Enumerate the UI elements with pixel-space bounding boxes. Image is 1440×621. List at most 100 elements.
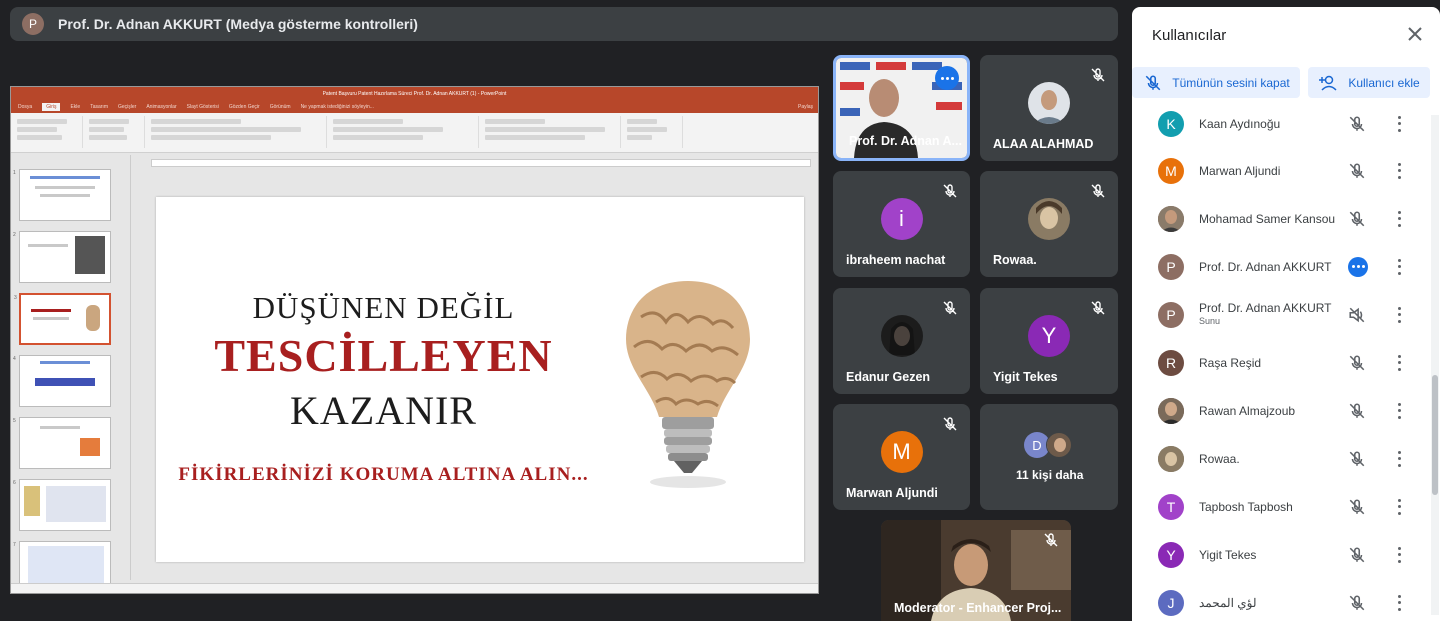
ppt-tab-view: Görünüm	[269, 104, 291, 110]
participant-avatar: P	[1158, 253, 1184, 280]
more-options-icon[interactable]	[1396, 450, 1402, 467]
participant-tile[interactable]: Prof. Dr. Adnan A...	[833, 55, 970, 161]
more-options-icon[interactable]	[1396, 306, 1402, 323]
list-item[interactable]: Rowaa.	[1132, 435, 1432, 482]
self-view-tile[interactable]: Moderator - Enhancer Proj...	[881, 520, 1071, 621]
list-item[interactable]: R Raşa Reşid	[1132, 339, 1432, 386]
more-options-icon[interactable]	[1396, 162, 1402, 179]
presenter-banner[interactable]: P Prof. Dr. Adnan AKKURT (Medya gösterme…	[10, 7, 1118, 41]
more-participants-tile[interactable]: D 11 kişi daha	[980, 404, 1118, 510]
ribbon-group-slides	[85, 116, 145, 148]
ppt-titlebar: Patent Başvuru Patent Hazırlama Süreci P…	[11, 87, 818, 101]
mic-off-icon	[1145, 74, 1161, 90]
ribbon-group-editing	[623, 116, 683, 148]
ppt-tab-animations: Animasyonlar	[146, 104, 177, 110]
participant-name: لؤي المحمد	[1199, 595, 1257, 610]
mic-off-icon[interactable]	[1348, 210, 1366, 228]
add-user-label: Kullanıcı ekle	[1348, 75, 1420, 90]
more-options-icon[interactable]	[1396, 594, 1402, 611]
more-options-icon[interactable]	[1396, 354, 1402, 371]
list-item[interactable]: Mohamad Samer Kansou	[1132, 195, 1432, 242]
list-item[interactable]: P Prof. Dr. Adnan AKKURT	[1132, 243, 1432, 290]
more-options-icon[interactable]	[1396, 258, 1402, 275]
participant-avatar: Y	[1028, 314, 1070, 357]
slide-thumbnail: 5	[13, 417, 111, 469]
participant-name: Edanur Gezen	[846, 370, 931, 384]
mic-off-icon[interactable]	[1348, 594, 1366, 612]
participant-subtitle: Sunu	[1199, 316, 1221, 326]
participant-tile[interactable]: ALAA ALAHMAD	[980, 55, 1118, 161]
add-user-button[interactable]: Kullanıcı ekle	[1308, 67, 1430, 98]
participant-name: Mohamad Samer Kansou	[1199, 211, 1336, 226]
participant-avatar: M	[1158, 157, 1184, 184]
participant-tile[interactable]: M Marwan Aljundi	[833, 404, 970, 510]
participant-name: Rowaa.	[993, 253, 1037, 267]
more-options-icon[interactable]	[1396, 546, 1402, 563]
shared-screen-powerpoint: Patent Başvuru Patent Hazırlama Süreci P…	[10, 86, 819, 594]
ppt-statusbar	[11, 583, 818, 593]
participant-avatar: M	[880, 430, 923, 473]
participant-tile[interactable]: i ibraheem nachat	[833, 171, 970, 277]
participant-avatar: K	[1158, 110, 1184, 137]
mic-off-icon	[943, 417, 957, 431]
mic-off-icon[interactable]	[1348, 450, 1366, 468]
ppt-tab-file: Dosya	[18, 104, 33, 110]
list-item[interactable]: T Tapbosh Tapbosh	[1132, 483, 1432, 530]
participant-avatar	[1046, 432, 1072, 458]
participant-tile[interactable]: Edanur Gezen	[833, 288, 970, 394]
ppt-tab-review: Gözden Geçir	[228, 104, 260, 110]
panel-scrollbar[interactable]	[1432, 375, 1438, 495]
close-icon[interactable]	[1406, 25, 1424, 43]
list-item[interactable]: K Kaan Aydınoğu	[1132, 103, 1432, 147]
ppt-tab-home: Giriş	[42, 103, 61, 111]
presenter-avatar: P	[22, 13, 44, 35]
mic-off-icon[interactable]	[1348, 546, 1366, 564]
ppt-tab-slideshow: Slayt Gösterisi	[186, 104, 219, 110]
mic-off-icon	[1091, 68, 1105, 82]
participant-name: Kaan Aydınoğu	[1199, 116, 1281, 131]
more-options-icon[interactable]	[1396, 498, 1402, 515]
participant-name: Prof. Dr. Adnan AKKURT	[1199, 301, 1332, 315]
more-options-icon[interactable]	[1396, 115, 1402, 132]
ribbon-group-drawing	[481, 116, 621, 148]
speaking-indicator-icon	[1348, 256, 1368, 277]
participant-tile[interactable]: Rowaa.	[980, 171, 1118, 277]
participant-avatar	[1158, 397, 1184, 424]
more-options-icon[interactable]	[1396, 210, 1402, 227]
more-participants-count: 11 kişi daha	[1016, 468, 1084, 482]
ppt-ruler	[151, 159, 811, 167]
current-slide: DÜŞÜNEN DEĞİL TESCİLLEYEN KAZANIR FİKİRL…	[156, 197, 804, 562]
ribbon-group-paragraph	[329, 116, 479, 148]
participant-avatar: T	[1158, 493, 1184, 520]
mic-off-icon[interactable]	[1348, 162, 1366, 180]
ppt-tab-insert: Ekle	[70, 104, 81, 110]
mic-off-icon[interactable]	[1348, 354, 1366, 372]
list-item[interactable]: Y Yigit Tekes	[1132, 531, 1432, 578]
participants-panel: Kullanıcılar Tümünün sesini kapat Kullan…	[1132, 7, 1440, 621]
list-item[interactable]: J لؤي المحمد	[1132, 579, 1432, 621]
ppt-ribbon	[11, 113, 818, 153]
participant-name: Yigit Tekes	[993, 370, 1058, 384]
slide-thumbnail: 1	[13, 169, 111, 221]
participant-name: Moderator - Enhancer Proj...	[894, 601, 1062, 615]
participant-tile[interactable]: Y Yigit Tekes	[980, 288, 1118, 394]
list-item[interactable]: P Prof. Dr. Adnan AKKURT Sunu	[1132, 291, 1432, 338]
volume-off-icon[interactable]	[1348, 306, 1366, 324]
more-options-icon[interactable]	[1396, 402, 1402, 419]
mic-off-icon	[943, 184, 957, 198]
participant-avatar: J	[1158, 589, 1184, 616]
participant-name: Rawan Almajzoub	[1199, 403, 1296, 418]
mic-off-icon	[1044, 533, 1058, 547]
list-item[interactable]: Rawan Almajzoub	[1132, 387, 1432, 434]
list-item[interactable]: M Marwan Aljundi	[1132, 147, 1432, 194]
participant-avatar: R	[1158, 349, 1184, 376]
mic-off-icon[interactable]	[1348, 498, 1366, 516]
participant-name: Yigit Tekes	[1199, 547, 1257, 562]
mute-all-button[interactable]: Tümünün sesini kapat	[1132, 67, 1300, 98]
ppt-tab-design: Tasarım	[90, 104, 108, 110]
ribbon-group-clipboard	[13, 116, 83, 148]
mic-off-icon[interactable]	[1348, 115, 1366, 133]
panel-title: Kullanıcılar	[1152, 27, 1227, 44]
mic-off-icon[interactable]	[1348, 402, 1366, 420]
ppt-tell-me: Ne yapmak istediğinizi söyleyin...	[300, 104, 374, 110]
